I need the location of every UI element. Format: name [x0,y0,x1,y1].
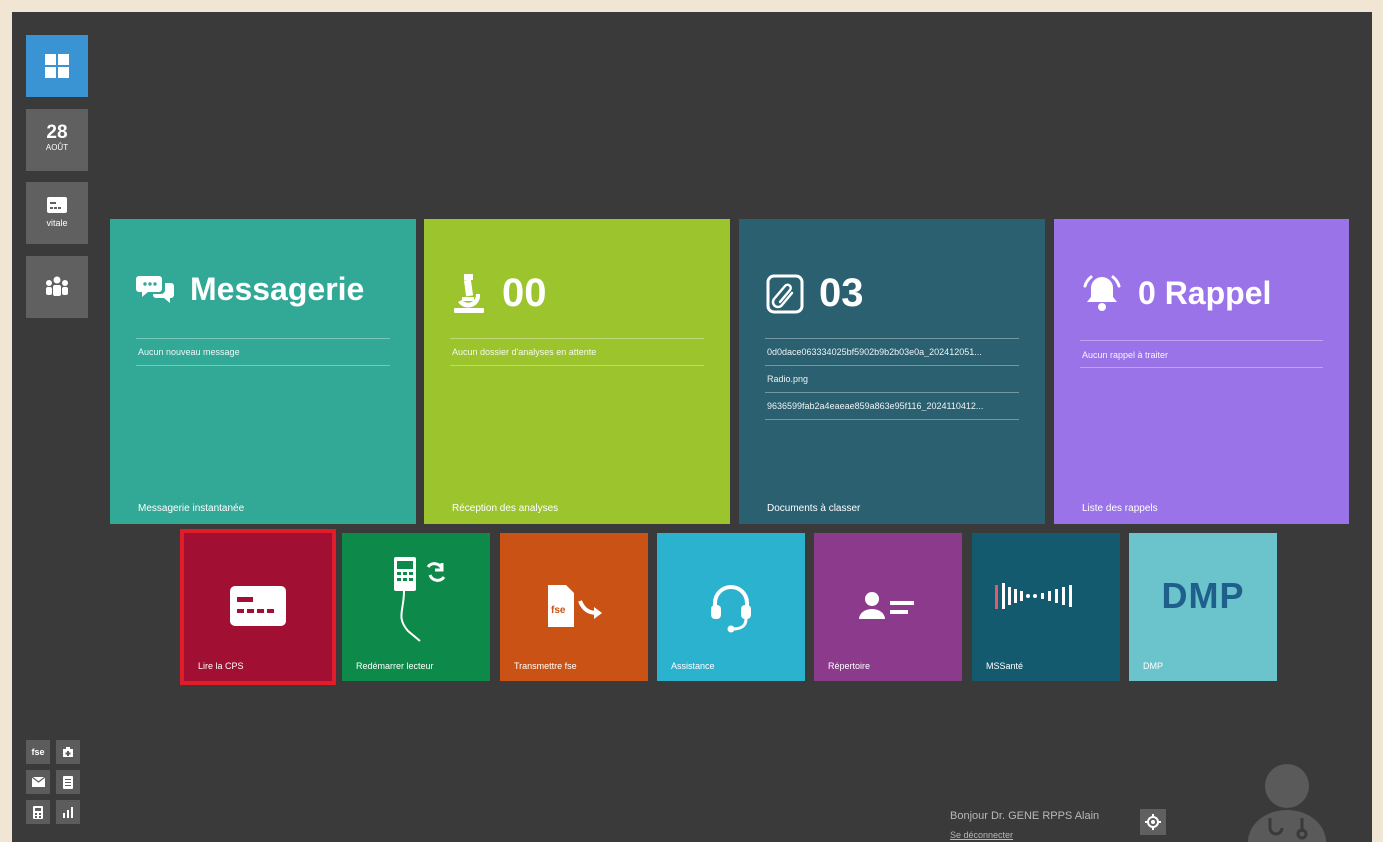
users-group-icon [46,276,68,296]
dashboard-grid-button[interactable] [26,35,88,97]
document-item[interactable]: Radio.png [767,374,808,384]
documents-count: 03 [819,271,864,315]
patients-button[interactable] [26,256,88,318]
medical-kit-button[interactable] [56,740,80,764]
doctor-avatar-icon [1248,764,1326,842]
calendar-date-button[interactable]: 28 AOÛT [26,109,88,171]
mssante-label: MSSanté [986,661,1024,671]
vitale-card-icon [47,197,67,213]
medical-kit-icon [63,747,73,757]
divider [136,338,390,339]
date-month: AOÛT [45,143,69,152]
documents-footer: Documents à classer [767,503,861,514]
assistance-button[interactable]: Assistance [657,533,805,681]
divider [765,392,1019,393]
divider [765,365,1019,366]
send-fse-label: Transmettre fse [514,661,577,671]
dmp-label: DMP [1143,661,1163,671]
settings-button[interactable] [1140,809,1166,835]
document-item[interactable]: 0d0dace063334025bf5902b9b2b03e0a_2024120… [767,347,982,357]
headset-icon [711,585,751,633]
analyses-footer: Réception des analyses [452,503,559,514]
divider [136,365,390,366]
vitale-button[interactable]: vitale [26,182,88,244]
mssante-button[interactable]: MSSanté [972,533,1120,681]
messagerie-footer: Messagerie instantanée [138,503,245,514]
messagerie-header: Messagerie [136,271,364,308]
dashboard: 28 AOÛT vitale Messagerie Aucun nouveau … [12,12,1372,842]
microscope-icon [454,273,484,313]
dmp-logo: DMP [1129,575,1277,617]
calculator-button[interactable] [26,800,50,824]
send-fse-button[interactable]: fse Transmettre fse [500,533,648,681]
divider [450,338,704,339]
date-day: 28 [46,122,68,143]
attachment-file-icon [766,274,804,313]
contact-card-icon [859,592,914,619]
analyses-status: Aucun dossier d'analyses en attente [452,347,597,357]
analyses-tile[interactable]: 00 Aucun dossier d'analyses en attente R… [424,219,730,524]
read-cps-button[interactable]: Lire la CPS [180,529,336,685]
directory-label: Répertoire [828,661,871,671]
restart-reader-label: Redémarrer lecteur [356,661,434,671]
assistance-label: Assistance [671,661,715,671]
mssante-logo-icon [995,583,1072,609]
bell-icon [1083,275,1121,311]
messagerie-tile[interactable]: Messagerie Aucun nouveau message Message… [110,219,416,524]
dmp-button[interactable]: DMP DMP [1129,533,1277,681]
divider [1080,367,1323,368]
rappels-tile[interactable]: 0 Rappel Aucun rappel à traiter Liste de… [1054,219,1349,524]
card-reader-refresh-icon [394,557,446,642]
envelope-icon [31,777,45,787]
rappels-footer: Liste des rappels [1082,503,1158,514]
analyses-count: 00 [502,271,547,315]
document-list-icon [63,775,73,789]
divider [765,419,1019,420]
dmp-logo-text: DMP [1161,575,1245,616]
grid-icon [45,54,69,78]
documents-tile[interactable]: 03 0d0dace063334025bf5902b9b2b03e0a_2024… [739,219,1045,524]
mail-button[interactable] [26,770,50,794]
documents-header: 03 [765,271,864,316]
vitale-label: vitale [46,218,68,228]
chat-bubbles-icon [136,275,174,303]
user-greeting: Bonjour Dr. GENE RPPS Alain [950,810,1100,822]
analyses-header: 00 [450,271,547,316]
calculator-icon [33,805,43,819]
divider [1080,340,1323,341]
document-item[interactable]: 9636599fab2a4eaeae859a863e95f116_2024110… [767,401,983,411]
fse-send-icon: fse [548,585,602,627]
restart-reader-button[interactable]: Redémarrer lecteur [342,533,490,681]
divider [765,338,1019,339]
directory-button[interactable]: Répertoire [814,533,962,681]
svg-text:fse: fse [551,605,566,616]
cps-card-icon [230,586,286,626]
rappels-header: 0 Rappel [1080,271,1271,315]
fse-mini-button[interactable]: fse [26,740,50,764]
messagerie-title: Messagerie [190,271,365,307]
bar-chart-icon [62,806,73,818]
fse-mini-label: fse [31,747,45,757]
read-cps-label: Lire la CPS [198,661,244,671]
divider [450,365,704,366]
rappels-title: 0 Rappel [1138,274,1272,311]
gear-icon [1145,814,1161,830]
statistics-button[interactable] [56,800,80,824]
document-button[interactable] [56,770,80,794]
messagerie-status: Aucun nouveau message [138,347,240,357]
rappels-status: Aucun rappel à traiter [1082,350,1169,360]
logout-link[interactable]: Se déconnecter [950,830,1013,840]
